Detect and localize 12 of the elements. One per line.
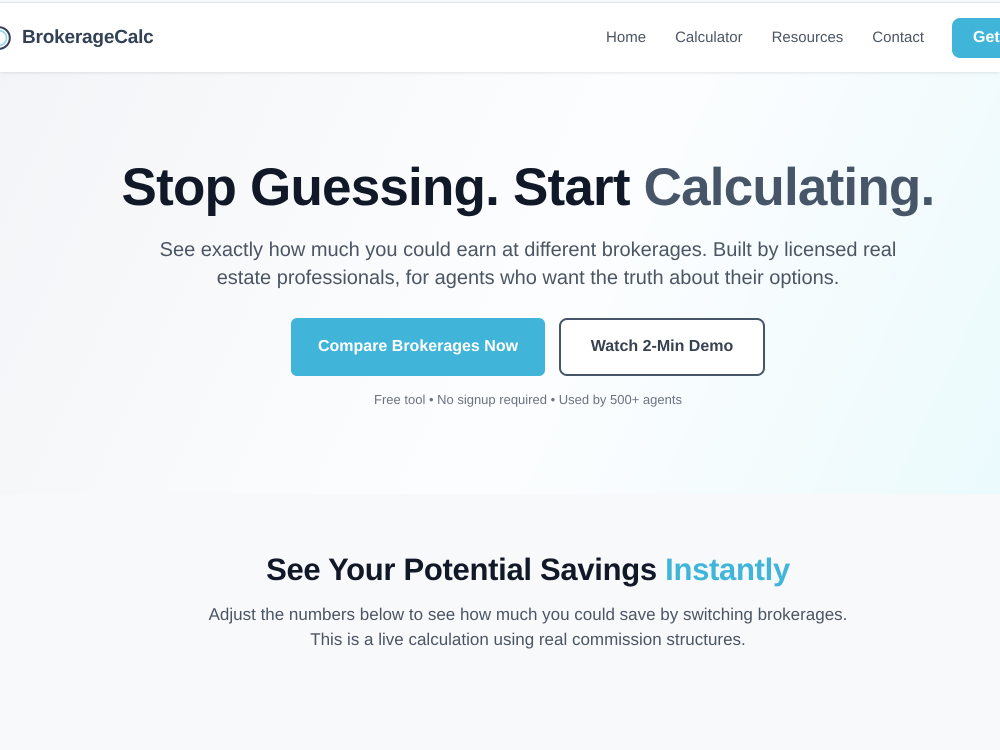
- nav-link[interactable]: Contact: [872, 29, 924, 46]
- hero-subtitle: See exactly how much you could earn at different brokerages. Built by licensed real estate professionals, for agents who want the truth about their options.: [158, 238, 898, 291]
- hero-heading: Stop Guessing. Start Calculating.: [122, 157, 934, 219]
- section-heading: See Your Potential Savings Instantly: [266, 551, 790, 589]
- hero-note: Free tool • No signup required • Used by 500+ agents: [374, 392, 682, 407]
- section-description: Adjust the numbers below to see how much you could save by switching brokerages. This is a live calculation using real commission structures.: [208, 604, 848, 651]
- nav-link[interactable]: Calculator: [675, 29, 743, 46]
- nav-link[interactable]: Home: [606, 29, 646, 46]
- demo-button[interactable]: Watch 2-Min Demo: [559, 318, 765, 376]
- logo-text: BrokerageCalc: [22, 26, 154, 48]
- logo-icon: [0, 26, 11, 50]
- nav-link[interactable]: Resources: [772, 29, 844, 46]
